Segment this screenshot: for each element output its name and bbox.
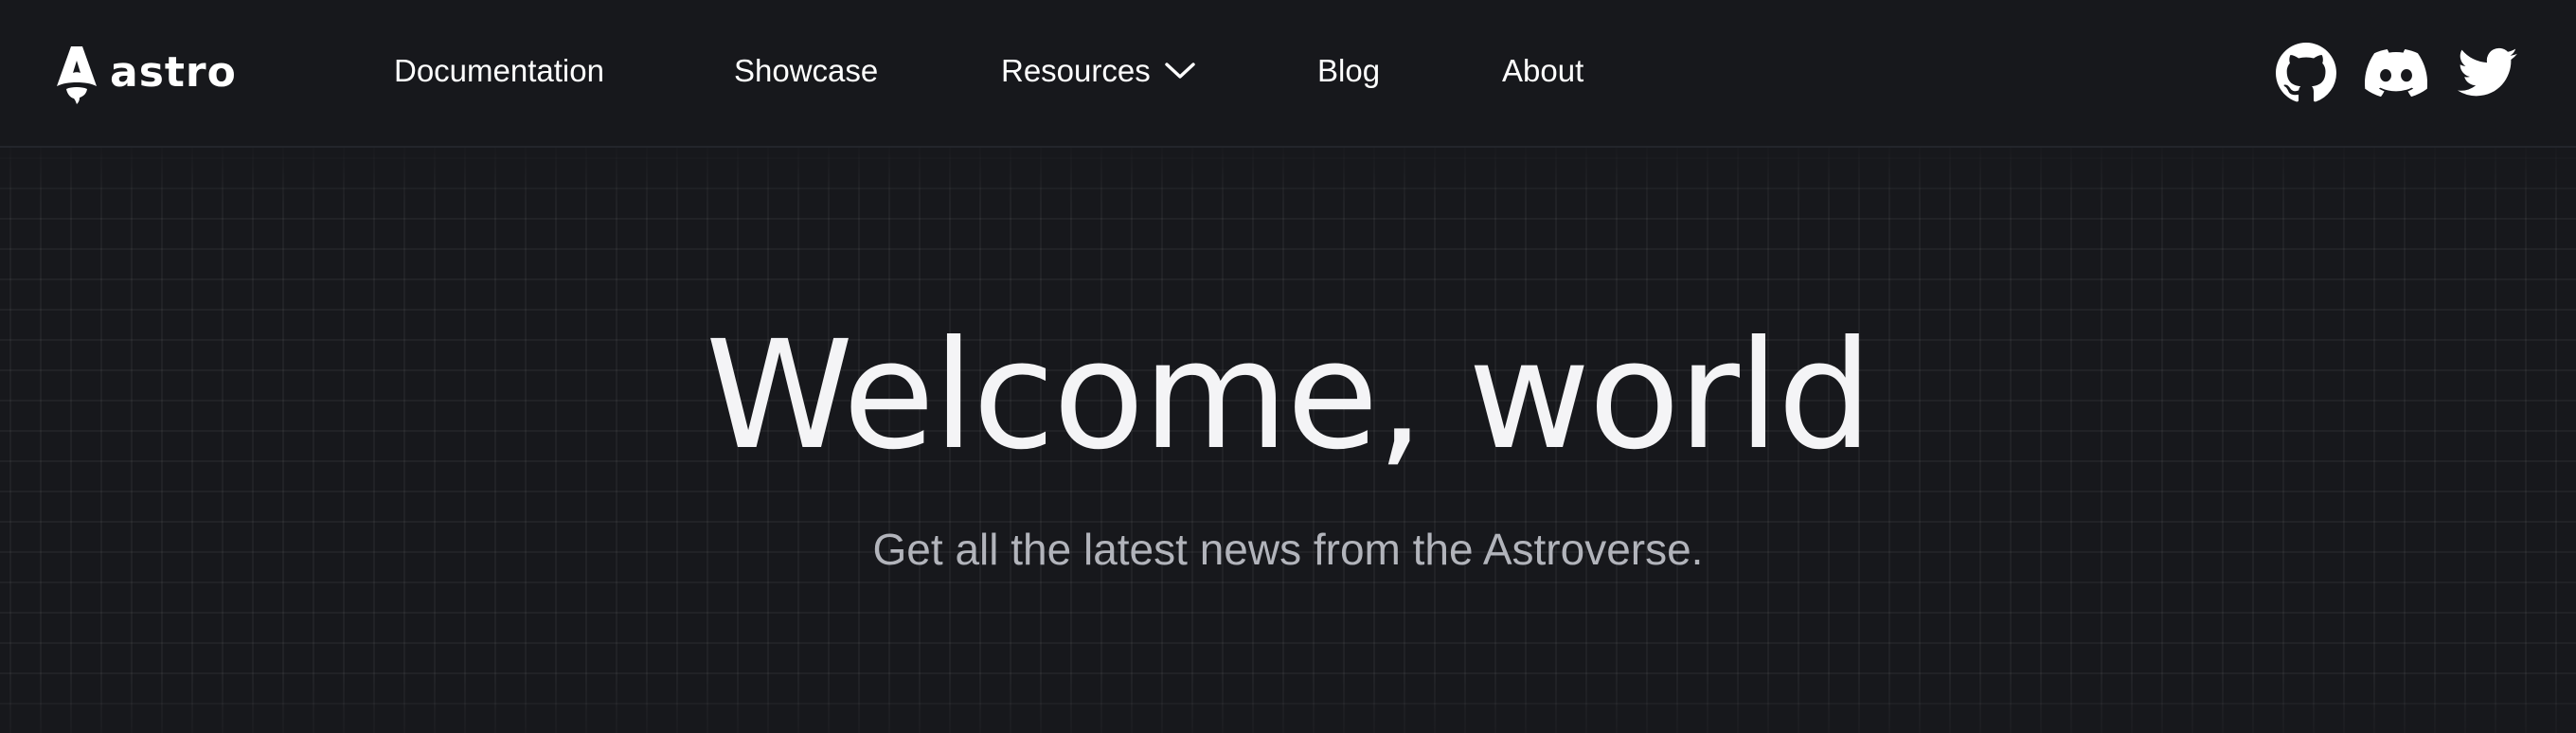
- twitter-link[interactable]: [2457, 42, 2519, 104]
- hero-section: Welcome, world Get all the latest news f…: [0, 148, 2576, 733]
- chevron-down-icon: [1165, 63, 1195, 79]
- site-header: astro Documentation Showcase Resources B…: [0, 0, 2576, 148]
- hero-title: Welcome, world: [705, 309, 1872, 483]
- astro-wordmark: astro: [110, 48, 237, 97]
- discord-link[interactable]: [2365, 42, 2427, 104]
- nav-resources-label: Resources: [1001, 53, 1151, 88]
- nav-blog[interactable]: Blog: [1317, 49, 1380, 93]
- nav-documentation[interactable]: Documentation: [394, 49, 604, 93]
- nav-showcase[interactable]: Showcase: [734, 49, 878, 93]
- github-link[interactable]: [2275, 42, 2337, 104]
- github-icon: [2276, 43, 2336, 102]
- discord-icon: [2365, 49, 2427, 97]
- nav-about[interactable]: About: [1502, 49, 1583, 93]
- hero-subtitle: Get all the latest news from the Astrove…: [872, 525, 1704, 574]
- nav-resources-dropdown[interactable]: Resources: [1001, 49, 1196, 93]
- astro-logo-link[interactable]: astro: [55, 44, 237, 106]
- blog-page: astro Documentation Showcase Resources B…: [0, 0, 2576, 733]
- twitter-icon: [2458, 47, 2517, 97]
- astro-rocket-logo-icon: [57, 46, 97, 104]
